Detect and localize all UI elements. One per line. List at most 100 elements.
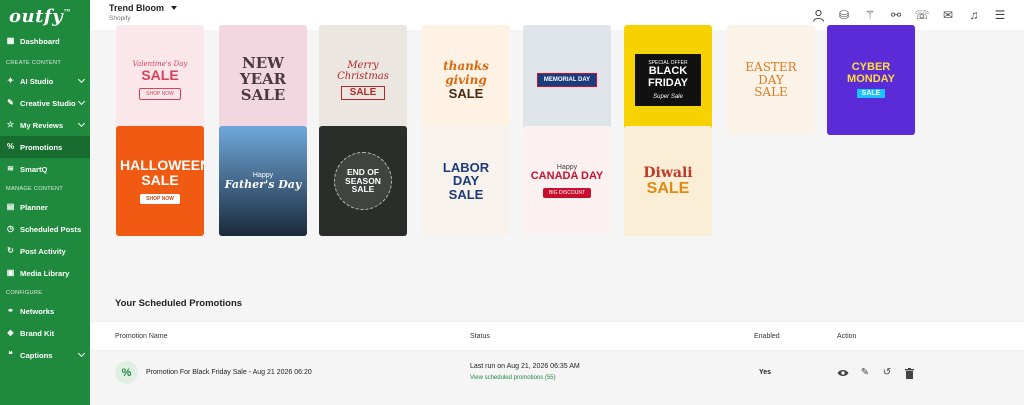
logo[interactable]: outfy™ bbox=[0, 0, 90, 30]
sidebar: outfy™ ▦ Dashboard CREATE CONTENT ✦ AI Stu… bbox=[0, 0, 90, 405]
sidebar-item-smartq[interactable]: ≋ SmartQ bbox=[0, 158, 90, 180]
sidebar-item-promotions[interactable]: % Promotions bbox=[0, 136, 90, 158]
sidebar-item-label: Post Activity bbox=[20, 246, 66, 256]
magic-wand-icon[interactable]: ⚚ bbox=[862, 7, 878, 23]
template-end-of-season[interactable]: END OF SEASON SALE bbox=[319, 126, 407, 236]
template-easter[interactable]: EASTER DAY SALE bbox=[727, 25, 815, 135]
column-status: Status bbox=[470, 333, 490, 340]
store-name: Trend Bloom bbox=[109, 3, 165, 13]
sidebar-item-media-library[interactable]: ▣ Media Library bbox=[0, 262, 90, 284]
sidebar-item-post-activity[interactable]: ↻ Post Activity bbox=[0, 240, 90, 262]
template-text: SALE bbox=[340, 85, 386, 101]
sidebar-item-label: My Reviews bbox=[20, 120, 64, 130]
action-group: ✎ ↺ bbox=[837, 367, 925, 379]
template-text: Super Sale bbox=[653, 93, 683, 100]
sidebar-item-label: Networks bbox=[20, 306, 55, 316]
planner-icon: ▤ bbox=[6, 202, 15, 211]
template-canada-day[interactable]: Happy CANADA DAY BIG DISCOUNT bbox=[523, 126, 611, 236]
coins-icon[interactable]: ⛁ bbox=[836, 7, 852, 23]
restore-icon[interactable]: ↺ bbox=[881, 367, 893, 379]
menu-icon[interactable]: ☰ bbox=[992, 7, 1008, 23]
sidebar-item-captions[interactable]: ❝ Captions bbox=[0, 344, 90, 366]
sidebar-item-scheduled-posts[interactable]: ◷ Scheduled Posts bbox=[0, 218, 90, 240]
percent-icon: % bbox=[115, 361, 138, 384]
table-row: % Promotion For Black Friday Sale - Aug … bbox=[90, 351, 1024, 397]
user-icon[interactable] bbox=[810, 7, 826, 23]
template-text: SALE bbox=[141, 66, 179, 83]
notification-icon[interactable]: ♫ bbox=[966, 7, 982, 23]
template-text: EASTER DAY SALE bbox=[745, 60, 797, 100]
creative-icon: ✎ bbox=[7, 98, 14, 107]
sidebar-item-dashboard[interactable]: ▦ Dashboard bbox=[0, 30, 90, 52]
chevron-down-icon bbox=[77, 349, 86, 358]
template-text: Diwali bbox=[643, 164, 693, 181]
support-icon[interactable]: ☏ bbox=[914, 7, 930, 23]
template-labor-day[interactable]: LABOR DAY SALE bbox=[422, 126, 510, 236]
template-text: MEMORIAL DAY bbox=[536, 73, 598, 87]
promotions-icon: % bbox=[6, 142, 15, 151]
sidebar-item-label: Creative Studio bbox=[20, 98, 76, 108]
logo-trademark: ™ bbox=[63, 7, 72, 17]
column-action: Action bbox=[837, 333, 857, 340]
template-text: LABOR DAY SALE bbox=[442, 159, 490, 202]
ai-icon: ✦ bbox=[7, 76, 14, 85]
reviews-icon: ☆ bbox=[6, 120, 15, 129]
sidebar-item-label: SmartQ bbox=[20, 164, 48, 174]
template-text: SALE bbox=[646, 179, 690, 197]
template-text: NEW YEAR SALE bbox=[239, 54, 287, 104]
mail-icon[interactable]: ✉ bbox=[940, 7, 956, 23]
template-fathers-day[interactable]: Happy Father's Day bbox=[219, 126, 307, 236]
handshake-icon[interactable]: ⚯ bbox=[888, 7, 904, 23]
sidebar-item-planner[interactable]: ▤ Planner bbox=[0, 196, 90, 218]
sidebar-item-ai-studio[interactable]: ✦ AI Studio bbox=[0, 70, 90, 92]
template-text: HALLOWEEN SALE bbox=[120, 157, 204, 188]
networks-icon: ⚭ bbox=[7, 306, 14, 315]
template-black-friday[interactable]: SPECIAL OFFER BLACK FRIDAY Super Sale bbox=[624, 25, 712, 135]
sidebar-item-label: Captions bbox=[20, 350, 53, 360]
delete-icon[interactable] bbox=[903, 367, 915, 379]
black-friday-panel: SPECIAL OFFER BLACK FRIDAY Super Sale bbox=[635, 54, 701, 106]
dashboard-icon: ▦ bbox=[6, 36, 15, 45]
section-manage-content: MANAGE CONTENT bbox=[6, 186, 64, 192]
template-diwali[interactable]: Diwali SALE bbox=[624, 126, 712, 236]
template-text: SALE bbox=[856, 89, 886, 99]
chevron-down-icon bbox=[77, 97, 86, 106]
template-text: BLACK FRIDAY bbox=[648, 65, 688, 89]
promotion-name: Promotion For Black Friday Sale - Aug 21… bbox=[146, 369, 312, 376]
top-icon-bar: ⛁ ⚚ ⚯ ☏ ✉ ♫ ☰ bbox=[800, 7, 1008, 23]
section-configure: CONFIGURE bbox=[6, 290, 43, 296]
media-icon: ▣ bbox=[6, 268, 15, 277]
edit-icon[interactable]: ✎ bbox=[859, 367, 871, 379]
sidebar-item-label: Dashboard bbox=[20, 36, 60, 46]
sidebar-item-networks[interactable]: ⚭ Networks bbox=[0, 300, 90, 322]
template-new-year[interactable]: NEW YEAR SALE bbox=[219, 25, 307, 135]
smartq-icon: ≋ bbox=[7, 164, 14, 173]
sidebar-item-label: Scheduled Posts bbox=[20, 224, 82, 234]
promotion-status: Last run on Aug 21, 2026 06:35 AM bbox=[470, 363, 580, 370]
sidebar-item-label: AI Studio bbox=[20, 76, 54, 86]
template-text: SHOP NOW bbox=[140, 193, 180, 204]
template-text: Merry Christmas bbox=[337, 59, 389, 82]
template-text: CYBER MONDAY bbox=[847, 60, 895, 85]
sidebar-item-creative-studio[interactable]: ✎ Creative Studio bbox=[0, 92, 90, 114]
store-switcher[interactable]: Trend Bloom Shopify bbox=[109, 3, 178, 22]
template-thanksgiving[interactable]: thanks giving SALE bbox=[422, 25, 510, 135]
template-halloween[interactable]: HALLOWEEN SALE SHOP NOW bbox=[116, 126, 204, 236]
template-valentines[interactable]: Valentine's Day SALE SHOP NOW bbox=[116, 25, 204, 135]
store-platform: Shopify bbox=[109, 15, 131, 22]
template-memorial-day[interactable]: MEMORIAL DAY bbox=[523, 25, 611, 135]
view-icon[interactable] bbox=[837, 367, 849, 379]
template-text: END OF SEASON SALE bbox=[334, 152, 392, 210]
template-cyber-monday[interactable]: CYBER MONDAY SALE bbox=[827, 25, 915, 135]
table-header: Promotion Name Status Enabled Action bbox=[90, 321, 1024, 351]
activity-icon: ↻ bbox=[7, 246, 14, 255]
sidebar-item-brand-kit[interactable]: ◈ Brand Kit bbox=[0, 322, 90, 344]
template-text: SHOP NOW bbox=[139, 88, 181, 101]
enabled-value: Yes bbox=[759, 369, 772, 376]
template-christmas[interactable]: Merry Christmas SALE bbox=[319, 25, 407, 135]
template-text: Father's Day bbox=[224, 177, 302, 191]
view-scheduled-promotions-link[interactable]: View scheduled promotions (55) bbox=[470, 375, 556, 381]
sidebar-item-my-reviews[interactable]: ☆ My Reviews bbox=[0, 114, 90, 136]
scheduled-icon: ◷ bbox=[7, 224, 14, 233]
column-promotion-name: Promotion Name bbox=[115, 333, 168, 340]
